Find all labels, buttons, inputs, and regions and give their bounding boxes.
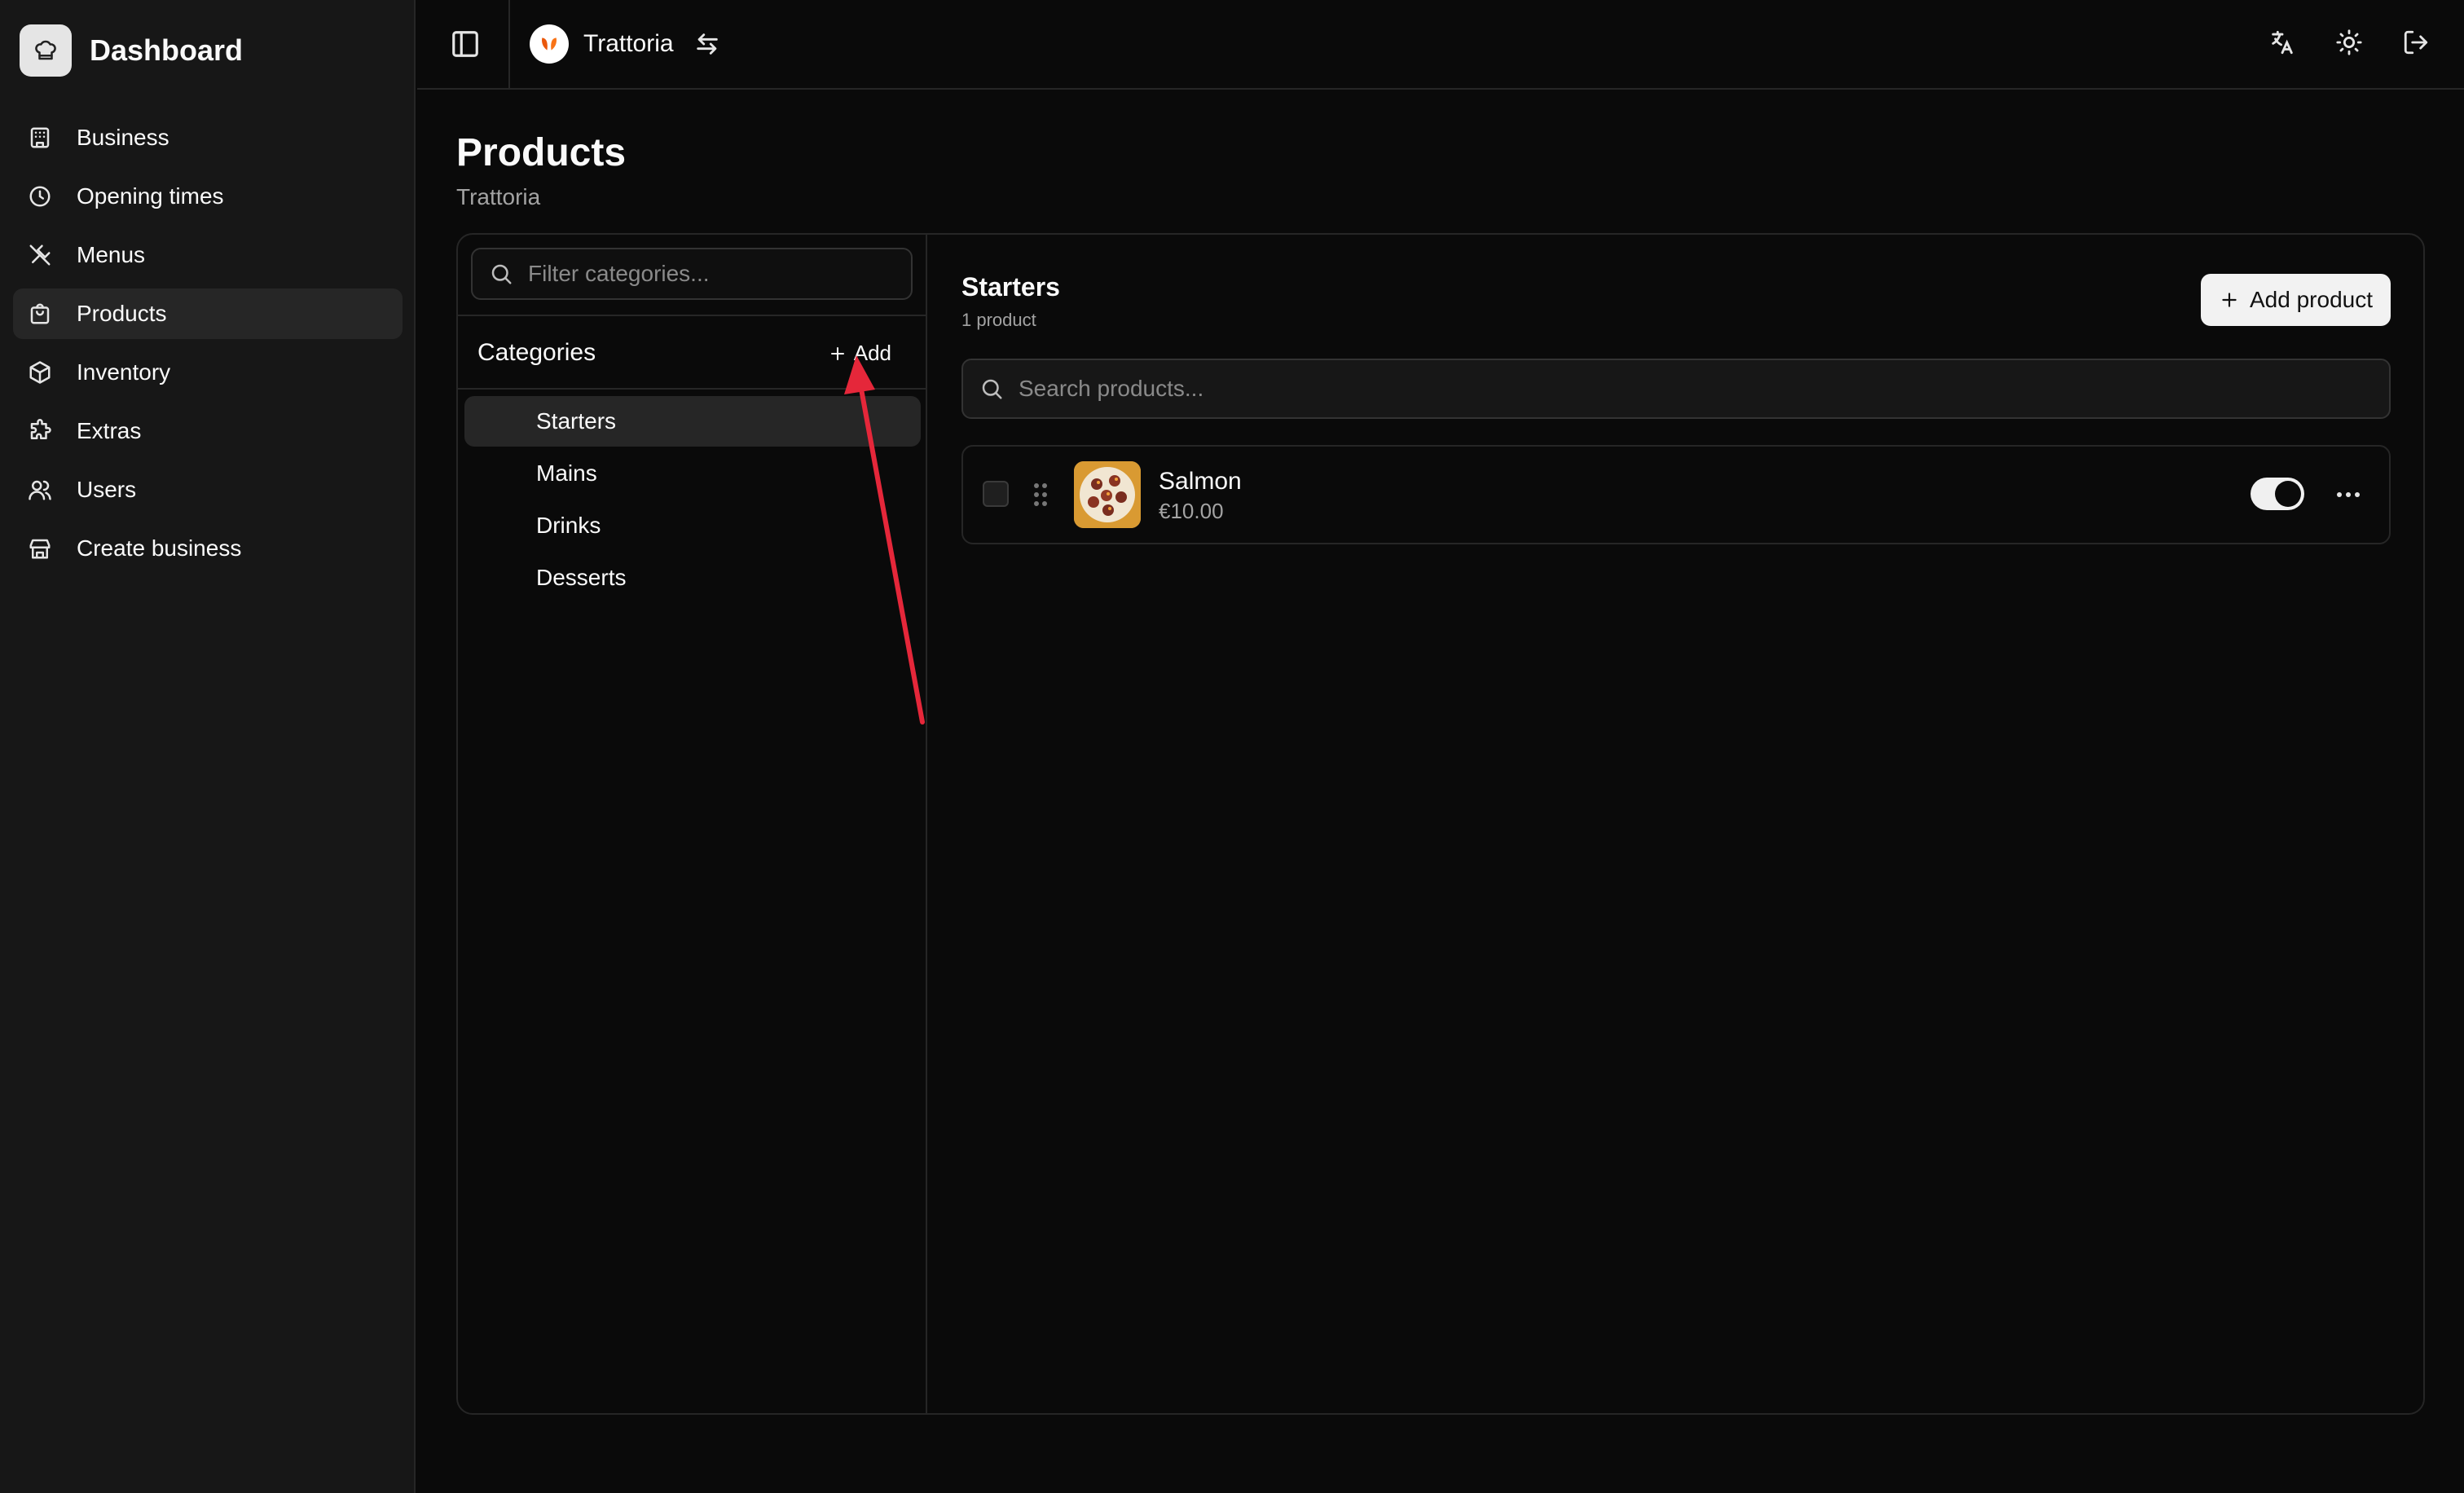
page-title: Products [456, 131, 627, 174]
store-icon [26, 535, 54, 562]
app-title: Dashboard [90, 33, 244, 67]
topbar-divider [508, 0, 510, 88]
sidebar-item-label: Products [77, 301, 167, 326]
topbar-actions [2267, 27, 2431, 58]
sidebar-item-label: Opening times [77, 183, 224, 209]
categories-column: Categories Add Starters Mains Drinks Des… [458, 235, 927, 1413]
category-item-desserts[interactable]: Desserts [464, 553, 921, 603]
products-column: Starters 1 product Add product Search pr… [929, 235, 2423, 1413]
product-name: Salmon [1159, 468, 1242, 495]
sidebar-item-menus[interactable]: Menus [13, 230, 403, 280]
sidebar-item-create-business[interactable]: Create business [13, 523, 403, 574]
product-count: 1 product [961, 310, 1036, 330]
sidebar-item-label: Menus [77, 242, 146, 267]
sidebar-item-products[interactable]: Products [13, 288, 403, 339]
add-category-label: Add [853, 341, 891, 365]
category-item-mains[interactable]: Mains [464, 448, 921, 499]
categories-header: Categories Add [458, 315, 926, 390]
search-products-input[interactable] [1019, 376, 2287, 402]
more-options-icon[interactable] [2332, 481, 2365, 509]
sun-icon[interactable] [2334, 27, 2365, 58]
clock-icon [26, 183, 54, 210]
category-item-drinks[interactable]: Drinks [464, 500, 921, 551]
users-icon [26, 476, 54, 504]
page-subtitle: Trattoria [456, 184, 541, 209]
plus-icon [2222, 293, 2237, 307]
search-icon [491, 264, 512, 284]
sidebar-item-business[interactable]: Business [13, 112, 403, 163]
chef-hat-icon [20, 24, 72, 77]
sidebar-item-inventory[interactable]: Inventory [13, 347, 403, 398]
categories-title: Categories [477, 339, 596, 366]
sidebar-item-label: Create business [77, 535, 242, 561]
product-enabled-toggle[interactable] [2251, 478, 2304, 510]
switch-arrows-icon[interactable] [693, 30, 721, 58]
toggle-knob [2275, 481, 2301, 507]
business-switcher[interactable]: Trattoria [530, 23, 721, 65]
business-name: Trattoria [583, 30, 674, 57]
sidebar-toggle-icon[interactable] [450, 29, 481, 59]
add-product-label: Add product [2250, 287, 2373, 312]
sidebar-item-label: Business [77, 125, 169, 150]
shopping-bag-icon [26, 300, 54, 328]
sidebar-item-opening-times[interactable]: Opening times [13, 171, 403, 222]
search-icon [982, 379, 1002, 399]
brand[interactable]: Dashboard [20, 24, 243, 77]
sidebar-item-label: Users [77, 477, 137, 502]
puzzle-icon [26, 417, 54, 445]
plus-icon [830, 346, 844, 360]
category-item-starters[interactable]: Starters [464, 396, 921, 447]
business-logo [530, 24, 569, 64]
sidebar: Dashboard Business Opening times Menus P… [0, 0, 416, 1493]
filter-categories-input[interactable] [528, 261, 909, 287]
sidebar-item-extras[interactable]: Extras [13, 406, 403, 456]
building-icon [26, 124, 54, 152]
utensils-icon [26, 241, 54, 269]
add-category-button[interactable]: Add [828, 341, 891, 366]
filter-categories-field[interactable] [471, 248, 913, 300]
add-product-button[interactable]: Add product [2201, 274, 2391, 326]
product-row[interactable]: Salmon €10.00 [961, 445, 2391, 544]
sidebar-item-label: Extras [77, 418, 142, 443]
product-price: €10.00 [1159, 499, 1224, 523]
app: Dashboard Business Opening times Menus P… [0, 0, 2464, 1493]
product-thumbnail [1074, 461, 1141, 528]
category-title: Starters [961, 272, 1060, 302]
package-icon [26, 359, 54, 386]
sidebar-nav: Business Opening times Menus Products In… [13, 112, 403, 582]
topbar: Trattoria [417, 0, 2464, 90]
logout-icon[interactable] [2400, 27, 2431, 58]
search-products-field[interactable] [961, 359, 2391, 419]
sidebar-item-label: Inventory [77, 359, 171, 385]
category-list: Starters Mains Drinks Desserts [464, 396, 921, 605]
language-icon[interactable] [2267, 27, 2298, 58]
sidebar-item-users[interactable]: Users [13, 465, 403, 515]
product-select-checkbox[interactable] [983, 481, 1009, 507]
products-panel: Categories Add Starters Mains Drinks Des… [456, 233, 2425, 1415]
drag-handle-icon[interactable] [1032, 481, 1049, 509]
